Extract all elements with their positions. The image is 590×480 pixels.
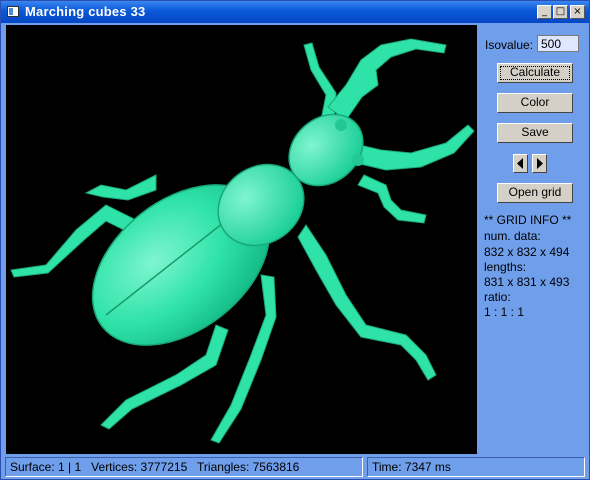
- beetle-render: [10, 38, 475, 444]
- calculate-button[interactable]: Calculate: [497, 63, 573, 83]
- maximize-icon[interactable]: □: [553, 5, 568, 19]
- app-window: Marching cubes 33 _ □ × Isovalue: 500 Ca…: [0, 0, 590, 480]
- color-button[interactable]: Color: [497, 93, 573, 113]
- control-panel: Isovalue: 500 Calculate Color Save Open …: [479, 25, 589, 454]
- status-time: Time: 7347 ms: [367, 457, 585, 477]
- save-button[interactable]: Save: [497, 123, 573, 143]
- status-bar: Surface: 1 | 1 Vertices: 3777215 Triangl…: [1, 456, 589, 479]
- lengths-value: 831 x 831 x 493: [484, 275, 570, 289]
- status-vertices: Vertices: 3777215: [91, 460, 188, 474]
- ratio-label: ratio:: [484, 290, 511, 304]
- lengths-label: lengths:: [484, 260, 527, 274]
- grid-info-header: ** GRID INFO **: [484, 213, 572, 227]
- isovalue-input[interactable]: 500: [537, 35, 579, 52]
- minimize-icon[interactable]: _: [537, 5, 552, 19]
- arrow-left-icon: [517, 158, 523, 169]
- num-data-value: 832 x 832 x 494: [484, 245, 570, 259]
- next-button[interactable]: [532, 154, 547, 173]
- isovalue-label: Isovalue:: [485, 38, 534, 52]
- window-title: Marching cubes 33: [25, 4, 146, 19]
- num-data-label: num. data:: [484, 229, 541, 243]
- previous-button[interactable]: [513, 154, 528, 173]
- open-grid-button[interactable]: Open grid: [497, 183, 573, 203]
- ratio-value: 1 : 1 : 1: [484, 305, 525, 319]
- status-surface: Surface: 1 | 1: [10, 460, 82, 474]
- arrow-right-icon: [537, 158, 543, 169]
- app-icon: [7, 6, 19, 17]
- status-triangles: Triangles: 7563816: [197, 460, 300, 474]
- render-viewport[interactable]: [6, 25, 477, 454]
- close-icon[interactable]: ×: [570, 5, 585, 19]
- status-summary: Surface: 1 | 1 Vertices: 3777215 Triangl…: [5, 457, 363, 477]
- title-bar[interactable]: Marching cubes 33 _ □ ×: [1, 1, 589, 23]
